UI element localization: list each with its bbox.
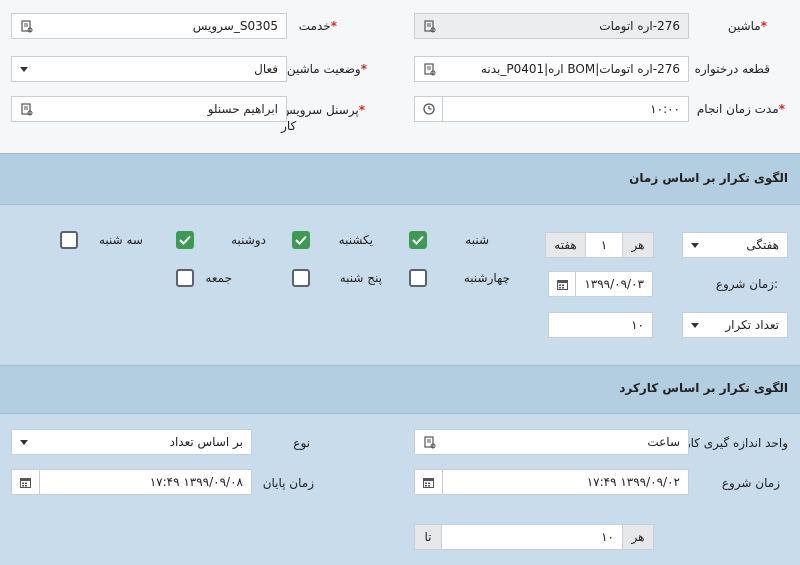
start-time-label: زمان شروع: xyxy=(715,277,778,291)
start-date-field[interactable]: ۱۳۹۹/۰۹/۰۳ xyxy=(548,271,653,297)
repeat-type-value: تعداد تکرار xyxy=(725,318,779,332)
every-label: هر xyxy=(622,232,654,258)
usage-pattern-title: الگوی تکرار بر اساس کارکرد xyxy=(619,381,788,395)
day-checkbox-sat[interactable] xyxy=(409,231,427,249)
service-field[interactable]: S0305_سرویس xyxy=(11,13,287,39)
time-pattern-header: الگوی تکرار بر اساس زمان xyxy=(0,153,800,205)
machine-value: 276-اره اتومات xyxy=(599,19,680,33)
usage-end-label: زمان پایان xyxy=(262,476,314,490)
machine-label: ماشین* xyxy=(727,19,767,33)
usage-type-label: نوع xyxy=(293,436,310,450)
repeat-type-select[interactable]: تعداد تکرار xyxy=(682,312,788,338)
usage-end-value: ۱۳۹۹/۰۹/۰۸ ۱۷:۴۹ xyxy=(149,475,243,489)
personnel-label: پرسنل سرویس* کار xyxy=(281,103,365,133)
day-label-wed: چهارشنبه xyxy=(463,271,510,285)
duration-field[interactable]: ۱۰:۰۰ xyxy=(414,96,689,122)
day-checkbox-fri[interactable] xyxy=(176,269,194,287)
day-checkbox-thu[interactable] xyxy=(292,269,310,287)
lookup-icon[interactable] xyxy=(20,102,34,116)
check-icon xyxy=(295,235,307,245)
unit-label: هفته xyxy=(545,232,586,258)
start-date-value: ۱۳۹۹/۰۹/۰۳ xyxy=(584,277,644,291)
check-icon xyxy=(179,235,191,245)
usage-type-select[interactable]: بر اساس تعداد xyxy=(11,429,252,455)
personnel-field[interactable]: ابراهیم حسنلو xyxy=(11,96,287,122)
day-label-mon: دوشنبه xyxy=(231,233,266,247)
usage-start-field[interactable]: ۱۳۹۹/۰۹/۰۲ ۱۷:۴۹ xyxy=(414,469,689,495)
repeat-count-input[interactable]: ۱۰ xyxy=(548,312,653,338)
chevron-down-icon xyxy=(691,242,699,248)
chevron-down-icon xyxy=(20,66,28,72)
day-label-sat: شنبه xyxy=(465,233,489,247)
calendar-icon[interactable] xyxy=(549,272,577,296)
day-checkbox-tue[interactable] xyxy=(60,231,78,249)
part-field[interactable]: 276-اره اتومات|BOM اره|P0401_بدنه xyxy=(414,56,689,82)
usage-unit-value: ساعت xyxy=(647,435,680,449)
day-checkbox-sun[interactable] xyxy=(292,231,310,249)
lookup-icon[interactable] xyxy=(423,435,437,449)
every-input[interactable]: ۱ xyxy=(585,232,623,258)
calendar-icon[interactable] xyxy=(415,470,443,494)
machine-status-label: وضعیت ماشین* xyxy=(286,62,367,76)
machine-status-value: فعال xyxy=(254,62,278,76)
usage-to-label: تا xyxy=(414,524,442,550)
usage-end-field[interactable]: ۱۳۹۹/۰۹/۰۸ ۱۷:۴۹ xyxy=(11,469,252,495)
duration-value: ۱۰:۰۰ xyxy=(650,102,680,116)
day-checkbox-wed[interactable] xyxy=(409,269,427,287)
part-value: 276-اره اتومات|BOM اره|P0401_بدنه xyxy=(480,62,680,76)
usage-every-label: هر xyxy=(622,524,654,550)
chevron-down-icon xyxy=(691,322,699,328)
usage-pattern-header: الگوی تکرار بر اساس کارکرد xyxy=(0,365,800,414)
personnel-value: ابراهیم حسنلو xyxy=(207,102,278,116)
machine-status-select[interactable]: فعال xyxy=(11,56,287,82)
part-label: قطعه درختواره xyxy=(694,62,770,76)
frequency-value: هفتگی xyxy=(746,238,779,252)
usage-unit-field[interactable]: ساعت xyxy=(414,429,689,455)
lookup-icon[interactable] xyxy=(423,62,437,76)
machine-field[interactable]: 276-اره اتومات xyxy=(414,13,689,39)
frequency-select[interactable]: هفتگی xyxy=(682,232,788,258)
lookup-icon[interactable] xyxy=(20,19,34,33)
duration-label: مدت زمان انجام* xyxy=(696,102,785,116)
day-label-fri: جمعه xyxy=(205,271,232,285)
day-label-thu: پنج شنبه xyxy=(339,271,382,285)
chevron-down-icon xyxy=(20,439,28,445)
time-pattern-title: الگوی تکرار بر اساس زمان xyxy=(629,171,788,185)
usage-type-value: بر اساس تعداد xyxy=(169,435,243,449)
service-label: خدمت* xyxy=(298,19,337,33)
day-label-sun: یکشنبه xyxy=(338,233,373,247)
clock-icon[interactable] xyxy=(415,97,443,121)
check-icon xyxy=(412,235,424,245)
calendar-icon[interactable] xyxy=(12,470,40,494)
usage-every-input[interactable]: ۱۰ xyxy=(441,524,623,550)
lookup-icon[interactable] xyxy=(423,19,437,33)
usage-start-value: ۱۳۹۹/۰۹/۰۲ ۱۷:۴۹ xyxy=(586,475,680,489)
day-checkbox-mon[interactable] xyxy=(176,231,194,249)
day-label-tue: سه شنبه xyxy=(98,233,143,247)
usage-start-label: زمان شروع xyxy=(721,476,780,490)
service-value: S0305_سرویس xyxy=(192,19,278,33)
